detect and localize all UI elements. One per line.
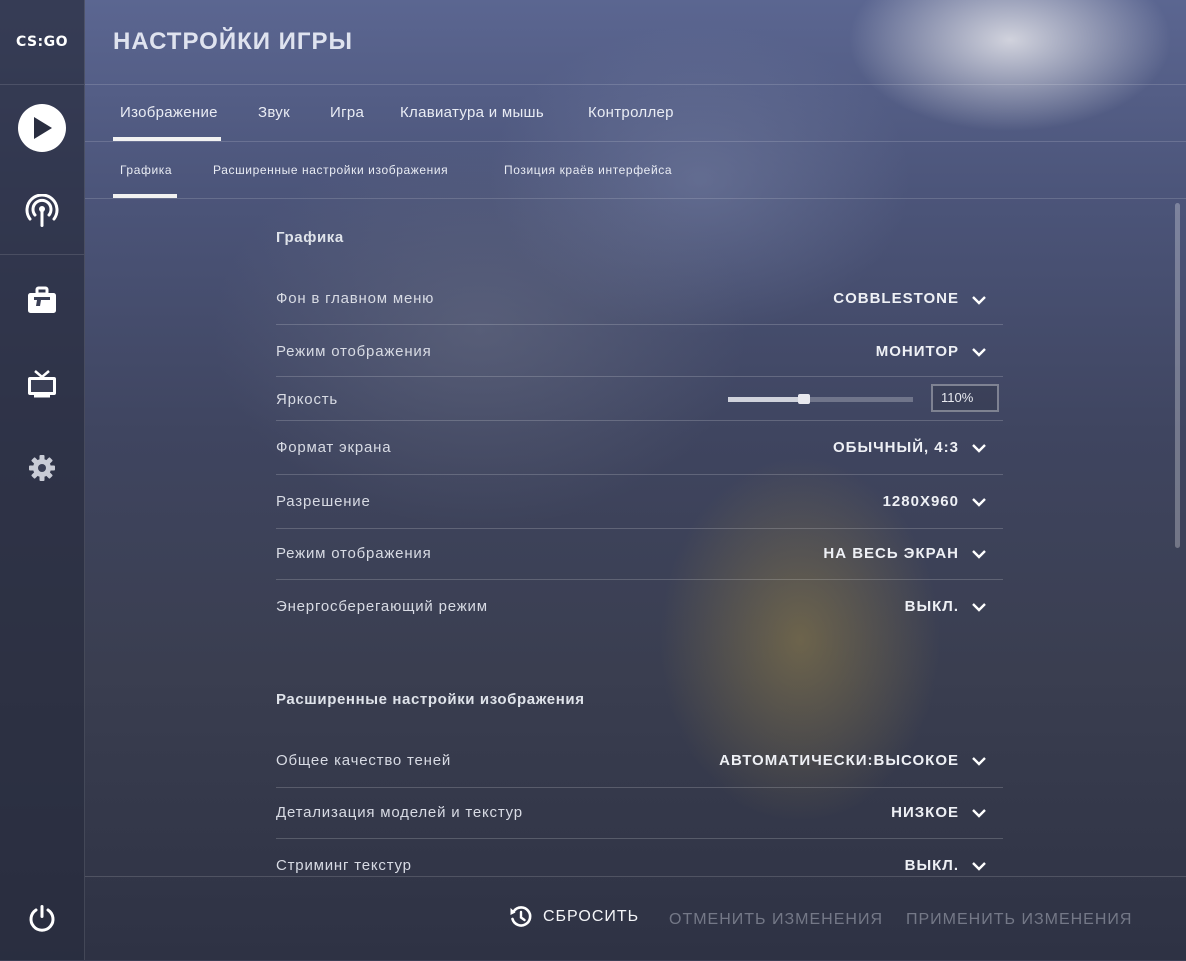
setting-label: Фон в главном меню xyxy=(276,290,435,307)
row-divider xyxy=(276,420,1003,421)
setting-label: Режим отображения xyxy=(276,545,432,562)
brightness-slider[interactable] xyxy=(728,394,913,404)
setting-value[interactable]: ВЫКЛ. xyxy=(905,598,959,615)
section-title-graphics: Графика xyxy=(276,229,344,246)
row-divider xyxy=(276,787,1003,788)
gear-icon xyxy=(29,455,55,481)
tv-watch-icon xyxy=(28,370,56,398)
setting-value[interactable]: НИЗКОЕ xyxy=(891,804,959,821)
tab-keyboard-mouse[interactable]: Клавиатура и мышь xyxy=(400,85,544,141)
settings-content: Графика Фон в главном меню COBBLESTONE Р… xyxy=(85,199,1186,876)
setting-row-power-saving[interactable]: Энергосберегающий режим ВЫКЛ. xyxy=(276,597,1003,633)
setting-label: Детализация моделей и текстур xyxy=(276,804,523,821)
setting-value[interactable]: ВЫКЛ. xyxy=(905,857,959,874)
setting-row-aspect-ratio[interactable]: Формат экрана ОБЫЧНЫЙ, 4:3 xyxy=(276,437,1003,475)
subtab-hud-edges[interactable]: Позиция краёв интерфейса xyxy=(504,142,672,198)
chevron-down-icon[interactable] xyxy=(971,805,987,821)
setting-label: Разрешение xyxy=(276,493,371,510)
reset-label: СБРОСИТЬ xyxy=(543,908,640,925)
chevron-down-icon[interactable] xyxy=(971,753,987,769)
setting-row-shadow-quality[interactable]: Общее качество теней АВТОМАТИЧЕСКИ:ВЫСОК… xyxy=(276,751,1003,788)
header: НАСТРОЙКИ ИГРЫ xyxy=(85,0,1186,85)
subtab-graphics[interactable]: Графика xyxy=(112,142,178,198)
page-title: НАСТРОЙКИ ИГРЫ xyxy=(113,28,353,55)
main-tabs: Изображение Звук Игра Клавиатура и мышь … xyxy=(85,85,1186,142)
chevron-down-icon[interactable] xyxy=(971,599,987,615)
play-icon xyxy=(18,104,66,152)
setting-value[interactable]: ОБЫЧНЫЙ, 4:3 xyxy=(833,439,959,456)
slider-thumb[interactable] xyxy=(798,394,810,404)
setting-value[interactable]: НА ВЕСЬ ЭКРАН xyxy=(823,545,959,562)
slider-fill xyxy=(728,397,804,402)
setting-value[interactable]: 1280X960 xyxy=(883,493,959,510)
row-divider xyxy=(276,324,1003,325)
row-divider xyxy=(276,376,1003,377)
setting-label: Энергосберегающий режим xyxy=(276,598,488,615)
setting-row-display-mode[interactable]: Режим отображения МОНИТОР xyxy=(276,341,1003,377)
reset-button[interactable]: СБРОСИТЬ xyxy=(509,905,639,929)
chevron-down-icon[interactable] xyxy=(971,858,987,874)
sub-tabs: Графика Расширенные настройки изображени… xyxy=(85,142,1186,199)
chevron-down-icon[interactable] xyxy=(971,292,987,308)
watch-button[interactable] xyxy=(0,360,84,408)
section-title-advanced: Расширенные настройки изображения xyxy=(276,691,585,708)
subtab-advanced-video[interactable]: Расширенные настройки изображения xyxy=(213,142,448,198)
power-button[interactable] xyxy=(0,894,84,942)
row-divider xyxy=(276,838,1003,839)
chevron-down-icon[interactable] xyxy=(971,344,987,360)
footer-bar: СБРОСИТЬ ОТМЕНИТЬ ИЗМЕНЕНИЯ ПРИМЕНИТЬ ИЗ… xyxy=(85,876,1186,961)
cancel-changes-button[interactable]: ОТМЕНИТЬ ИЗМЕНЕНИЯ xyxy=(669,911,883,929)
sidebar: CS:GO xyxy=(0,0,85,960)
chevron-down-icon[interactable] xyxy=(971,494,987,510)
power-icon xyxy=(29,905,55,932)
setting-row-menu-background[interactable]: Фон в главном меню COBBLESTONE xyxy=(276,289,1003,325)
setting-label: Яркость xyxy=(276,391,339,408)
setting-value[interactable]: АВТОМАТИЧЕСКИ:ВЫСОКОЕ xyxy=(719,752,959,769)
reset-history-icon xyxy=(510,906,532,927)
setting-label: Стриминг текстур xyxy=(276,857,412,874)
setting-row-display-mode-fullscreen[interactable]: Режим отображения НА ВЕСЬ ЭКРАН xyxy=(276,544,1003,580)
setting-value[interactable]: МОНИТОР xyxy=(876,343,959,360)
inventory-button[interactable] xyxy=(0,276,84,324)
row-divider xyxy=(276,579,1003,580)
setting-row-resolution[interactable]: Разрешение 1280X960 xyxy=(276,491,1003,529)
setting-label: Режим отображения xyxy=(276,343,432,360)
content-scrollbar[interactable] xyxy=(1175,203,1180,548)
settings-button[interactable] xyxy=(0,444,84,492)
setting-label: Формат экрана xyxy=(276,439,392,456)
setting-row-brightness: Яркость 110% xyxy=(276,384,1003,421)
tab-image[interactable]: Изображение xyxy=(113,85,221,141)
setting-row-texture-streaming[interactable]: Стриминг текстур ВЫКЛ. xyxy=(276,857,1003,876)
broadcast-button[interactable] xyxy=(0,188,84,236)
apply-changes-button[interactable]: ПРИМЕНИТЬ ИЗМЕНЕНИЯ xyxy=(906,911,1132,929)
row-divider xyxy=(276,528,1003,529)
play-button[interactable] xyxy=(0,98,84,158)
tab-game[interactable]: Игра xyxy=(330,85,364,141)
setting-label: Общее качество теней xyxy=(276,752,452,769)
csgo-logo: CS:GO xyxy=(0,0,84,85)
setting-value[interactable]: COBBLESTONE xyxy=(833,290,959,307)
row-divider xyxy=(276,474,1003,475)
brightness-input[interactable]: 110% xyxy=(931,384,999,412)
inventory-briefcase-icon xyxy=(28,286,56,313)
broadcast-icon xyxy=(25,194,59,227)
chevron-down-icon[interactable] xyxy=(971,546,987,562)
chevron-down-icon[interactable] xyxy=(971,440,987,456)
setting-row-model-texture-detail[interactable]: Детализация моделей и текстур НИЗКОЕ xyxy=(276,804,1003,839)
tab-sound[interactable]: Звук xyxy=(258,85,290,141)
tab-controller[interactable]: Контроллер xyxy=(588,85,674,141)
sidebar-divider xyxy=(0,254,84,255)
